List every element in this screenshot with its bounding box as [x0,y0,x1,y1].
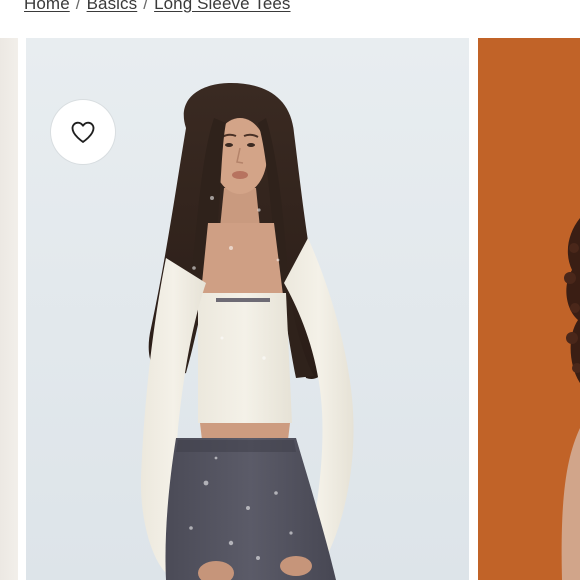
breadcrumb-home-link[interactable]: Home [24,0,70,14]
product-image-carousel[interactable] [0,38,580,580]
next-model-photo [478,38,580,580]
previous-slide-peek[interactable] [0,38,18,580]
next-slide-peek[interactable] [478,38,580,580]
breadcrumb: Home / Basics / Long Sleeve Tees [24,0,291,15]
heart-outline-icon [71,121,95,143]
breadcrumb-long-sleeve-tees-link[interactable]: Long Sleeve Tees [154,0,290,14]
breadcrumb-separator: / [143,0,149,13]
breadcrumb-basics-link[interactable]: Basics [87,0,138,14]
breadcrumb-separator: / [75,0,81,13]
product-page: Home / Basics / Long Sleeve Tees [0,0,580,580]
wishlist-button[interactable] [51,100,115,164]
